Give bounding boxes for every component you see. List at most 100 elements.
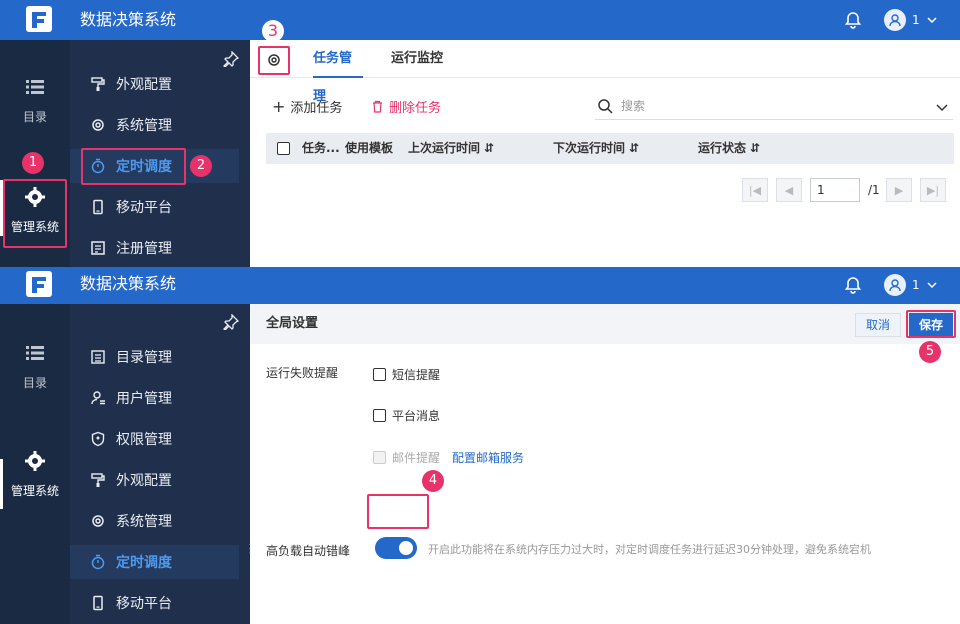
- menu-label: 移动平台: [116, 596, 172, 612]
- delete-task-label: 删除任务: [389, 101, 442, 116]
- col-status-label: 运行状态: [698, 141, 747, 155]
- menu-item-permissions[interactable]: 权限管理: [70, 422, 239, 456]
- menu-item-mobile[interactable]: 移动平台: [70, 586, 239, 620]
- checkbox-box: [373, 409, 386, 422]
- toggle-knob: [399, 541, 413, 555]
- register-icon: [91, 241, 105, 255]
- avatar: [884, 274, 906, 296]
- rail-label-manage: 管理系统: [10, 484, 59, 498]
- bell-icon[interactable]: [843, 275, 863, 295]
- user-menu[interactable]: 1: [884, 8, 938, 32]
- sms-reminder-label: 短信提醒: [392, 368, 441, 382]
- search-placeholder: 搜索: [621, 99, 646, 113]
- app-title: 数据决策系统: [80, 274, 177, 293]
- platform-message-checkbox[interactable]: 平台消息: [373, 407, 440, 424]
- rail-active-indicator: [0, 459, 3, 509]
- resize-handle[interactable]: · · ·: [248, 541, 252, 559]
- menu-item-mobile[interactable]: 移动平台: [70, 190, 239, 224]
- page-number-input[interactable]: 1: [810, 178, 860, 202]
- col-last-run-label: 上次运行时间: [408, 141, 481, 155]
- menu-label: 目录管理: [116, 350, 172, 366]
- col-next-run[interactable]: 下次运行时间 ⇵: [553, 133, 639, 164]
- prev-page-button[interactable]: ◀: [776, 178, 802, 202]
- sms-reminder-checkbox[interactable]: 短信提醒: [373, 366, 440, 383]
- col-status[interactable]: 运行状态 ⇵: [698, 133, 760, 164]
- paint-roller-icon: [91, 77, 105, 91]
- menu-item-appearance[interactable]: 外观配置: [70, 463, 239, 497]
- step-badge-3: 3: [262, 20, 284, 42]
- step-badge-1: 1: [22, 152, 44, 174]
- menu-item-users[interactable]: 用户管理: [70, 381, 239, 415]
- next-page-button[interactable]: ▶: [886, 178, 912, 202]
- bell-icon[interactable]: [843, 10, 863, 30]
- step-badge-4: 4: [422, 470, 444, 492]
- pin-icon[interactable]: [223, 51, 239, 67]
- rail-item-directory[interactable]: 目录: [0, 342, 70, 391]
- user-name: 1: [912, 278, 920, 292]
- configure-email-link[interactable]: 配置邮箱服务: [452, 449, 524, 466]
- first-page-button[interactable]: |◀: [742, 178, 768, 202]
- annotation-box-toggle: [367, 494, 429, 529]
- checkbox-box: [373, 368, 386, 381]
- chevron-down-icon[interactable]: [935, 100, 949, 114]
- menu-label: 移动平台: [116, 200, 172, 216]
- add-task-button[interactable]: + 添加任务: [272, 97, 343, 117]
- menu-item-directory[interactable]: 目录管理: [70, 340, 239, 374]
- mobile-icon: [93, 199, 103, 215]
- menu-item-system[interactable]: 系统管理: [70, 504, 239, 538]
- cancel-button[interactable]: 取消: [855, 313, 901, 337]
- last-page-button[interactable]: ▶|: [920, 178, 946, 202]
- platform-message-label: 平台消息: [392, 409, 441, 423]
- search-input[interactable]: 搜索: [595, 92, 953, 120]
- add-task-label: 添加任务: [290, 101, 343, 116]
- step-badge-2: 2: [190, 155, 212, 177]
- overload-toggle[interactable]: [375, 537, 417, 559]
- chevron-down-icon: [927, 17, 937, 24]
- fail-reminder-label: 运行失败提醒: [266, 366, 339, 380]
- panel-task-management: 数据决策系统 1 目录 管理系统 外观配置 系统管理 定时调度 移动平台 注册管…: [0, 0, 960, 267]
- menu-item-register[interactable]: 注册管理: [70, 231, 239, 265]
- menu-item-system[interactable]: 系统管理: [70, 108, 239, 142]
- sort-icon: ⇵: [484, 141, 495, 155]
- avatar: [884, 9, 906, 31]
- app-logo: [26, 6, 52, 32]
- first-page-icon: |◀: [748, 183, 762, 197]
- tab-run-monitor[interactable]: 运行监控: [391, 40, 443, 78]
- tab-task-management[interactable]: 任务管理: [313, 40, 363, 104]
- overload-hint: 开启此功能将在系统内存压力过大时，对定时调度任务进行延迟30分钟处理，避免系统宕…: [428, 543, 871, 556]
- app-logo: [26, 271, 52, 297]
- last-page-icon: ▶|: [926, 183, 940, 197]
- menu-label: 定时调度: [116, 555, 172, 571]
- col-template[interactable]: 使用模板: [345, 133, 393, 164]
- chevron-down-icon: [927, 282, 937, 289]
- tab-bar: 任务管理 运行监控: [250, 40, 960, 104]
- next-page-icon: ▶: [894, 183, 904, 197]
- shield-icon: [91, 431, 105, 447]
- list-icon: [26, 80, 44, 94]
- pin-icon[interactable]: [223, 314, 239, 330]
- menu-item-scheduler[interactable]: 定时调度: [70, 545, 239, 579]
- user-menu[interactable]: 1: [884, 273, 938, 297]
- rail-item-manage[interactable]: 管理系统: [0, 450, 70, 499]
- delete-task-button[interactable]: 删除任务: [371, 97, 441, 116]
- overload-label: 高负载自动错峰: [266, 544, 351, 558]
- sort-icon: ⇵: [629, 141, 640, 155]
- rail-label-directory: 目录: [22, 110, 47, 124]
- trash-icon: [373, 100, 382, 113]
- annotation-box-manage: [3, 179, 67, 248]
- page-total: /1: [868, 183, 880, 197]
- email-reminder-checkbox[interactable]: 邮件提醒 配置邮箱服务: [373, 449, 524, 466]
- menu-item-appearance[interactable]: 外观配置: [70, 67, 239, 101]
- menu-label: 外观配置: [116, 77, 172, 93]
- rail-item-directory[interactable]: 目录: [0, 76, 70, 125]
- menu-label: 外观配置: [116, 473, 172, 489]
- col-last-run[interactable]: 上次运行时间 ⇵: [408, 133, 494, 164]
- col-task-name[interactable]: 任务...: [302, 133, 340, 164]
- step-badge-5: 5: [919, 341, 941, 363]
- user-name: 1: [912, 13, 920, 27]
- select-all-checkbox[interactable]: [277, 133, 290, 164]
- annotation-box-save: [906, 310, 956, 338]
- gear-icon: [92, 119, 104, 131]
- sub-menu: 目录管理 用户管理 权限管理 外观配置 系统管理 定时调度 移动平台: [70, 304, 250, 624]
- prev-page-icon: ◀: [784, 183, 794, 197]
